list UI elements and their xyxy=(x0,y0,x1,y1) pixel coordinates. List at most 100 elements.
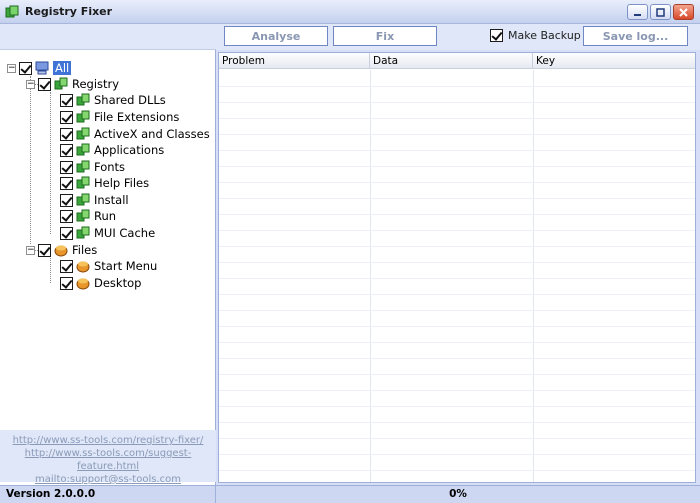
tree-checkbox[interactable] xyxy=(60,127,73,141)
tree-label: Applications xyxy=(94,143,165,157)
registry-icon xyxy=(76,160,90,173)
grid-row-line xyxy=(219,326,695,327)
registry-icon xyxy=(76,143,90,156)
registry-icon xyxy=(76,176,90,189)
minimize-button[interactable] xyxy=(627,4,648,20)
column-header-problem[interactable]: Problem xyxy=(219,53,370,69)
grid-row-line xyxy=(219,118,695,119)
tree-node-files[interactable]: − Files xyxy=(26,242,97,258)
results-grid[interactable]: Problem Data Key xyxy=(218,52,696,483)
grid-row-line xyxy=(219,262,695,263)
suggest-feature-link[interactable]: http://www.ss-tools.com/suggest-feature.… xyxy=(0,447,216,473)
tree-node-fonts[interactable]: Fonts xyxy=(60,159,125,175)
close-icon xyxy=(679,7,688,17)
tree-checkbox[interactable] xyxy=(60,160,73,174)
save-log-button[interactable]: Save log... xyxy=(583,26,688,46)
grid-row-line xyxy=(219,246,695,247)
grid-row-line xyxy=(219,166,695,167)
grid-row-line xyxy=(219,134,695,135)
app-icon xyxy=(5,5,19,17)
tree-label: Help Files xyxy=(94,176,150,190)
grid-row-line xyxy=(219,150,695,151)
tree-checkbox[interactable] xyxy=(60,110,73,124)
tree-checkbox-all[interactable] xyxy=(19,61,32,75)
tree-label: File Extensions xyxy=(94,110,180,124)
tree-node-activex[interactable]: ActiveX and Classes xyxy=(60,126,210,142)
grid-row-line xyxy=(219,342,695,343)
grid-row-line xyxy=(219,198,695,199)
column-header-key[interactable]: Key xyxy=(533,53,695,69)
product-link[interactable]: http://www.ss-tools.com/registry-fixer/ xyxy=(0,434,216,447)
grid-row-line xyxy=(219,454,695,455)
tree-node-file-extensions[interactable]: File Extensions xyxy=(60,109,179,125)
collapse-icon[interactable]: − xyxy=(26,245,35,255)
computer-icon xyxy=(35,61,49,75)
tree-checkbox[interactable] xyxy=(60,276,73,290)
tree-label-files: Files xyxy=(72,243,98,257)
make-backup-option[interactable]: Make Backup xyxy=(490,29,581,42)
tree-node-run[interactable]: Run xyxy=(60,208,116,224)
grid-row-line xyxy=(219,470,695,471)
make-backup-checkbox[interactable] xyxy=(490,29,503,42)
tree-label-registry: Registry xyxy=(72,77,120,91)
tree-label: Install xyxy=(94,193,129,207)
registry-icon xyxy=(76,226,90,239)
grid-row-line xyxy=(219,230,695,231)
grid-row-line xyxy=(219,86,695,87)
tree-connector xyxy=(30,76,31,244)
minimize-icon xyxy=(634,13,641,16)
tree-checkbox[interactable] xyxy=(60,226,73,240)
column-header-data[interactable]: Data xyxy=(370,53,533,69)
tree-node-install[interactable]: Install xyxy=(60,192,129,208)
category-panel-header xyxy=(0,24,216,50)
title-bar: Registry Fixer xyxy=(0,0,700,24)
tree-node-shared-dlls[interactable]: Shared DLLs xyxy=(60,92,166,108)
tree-label: Run xyxy=(94,209,117,223)
tree-checkbox[interactable] xyxy=(60,93,73,107)
tree-node-applications[interactable]: Applications xyxy=(60,142,164,158)
tree-label-all: All xyxy=(53,61,72,75)
collapse-icon[interactable]: − xyxy=(26,79,35,89)
grid-row-line xyxy=(219,278,695,279)
files-icon xyxy=(76,278,90,290)
grid-row-line xyxy=(219,294,695,295)
grid-header: Problem Data Key xyxy=(219,53,695,69)
tree-label: ActiveX and Classes xyxy=(94,127,210,141)
tree-label: Start Menu xyxy=(94,259,158,273)
progress-label: 0% xyxy=(449,488,467,500)
tree-checkbox[interactable] xyxy=(60,193,73,207)
tree-label: Shared DLLs xyxy=(94,93,166,107)
tree-checkbox-registry[interactable] xyxy=(38,77,51,91)
tree-checkbox[interactable] xyxy=(60,176,73,190)
tree-node-mui-cache[interactable]: MUI Cache xyxy=(60,225,155,241)
tree-checkbox[interactable] xyxy=(60,259,73,273)
tree-checkbox[interactable] xyxy=(60,209,73,223)
tree-checkbox[interactable] xyxy=(60,143,73,157)
tree-node-desktop[interactable]: Desktop xyxy=(60,275,141,291)
maximize-button[interactable] xyxy=(650,4,671,20)
tree-checkbox-files[interactable] xyxy=(38,243,51,257)
fix-button[interactable]: Fix xyxy=(333,26,437,46)
version-label: Version 2.0.0.0 xyxy=(0,486,216,503)
analyse-button[interactable]: Analyse xyxy=(224,26,328,46)
tree-node-start-menu[interactable]: Start Menu xyxy=(60,258,157,274)
files-icon xyxy=(76,261,90,273)
tree-node-all[interactable]: − All xyxy=(7,60,72,76)
collapse-icon[interactable]: − xyxy=(7,63,16,73)
tree-node-help-files[interactable]: Help Files xyxy=(60,175,149,191)
status-bar: Version 2.0.0.0 0% xyxy=(0,485,700,503)
grid-row-line xyxy=(219,438,695,439)
registry-icon xyxy=(76,209,90,222)
tree-connector xyxy=(50,92,51,234)
links-area: http://www.ss-tools.com/registry-fixer/ … xyxy=(0,430,216,485)
grid-body xyxy=(219,70,695,482)
grid-row-line xyxy=(219,406,695,407)
close-button[interactable] xyxy=(673,4,694,20)
grid-row-line xyxy=(219,102,695,103)
grid-row-line xyxy=(219,358,695,359)
tree-label: Fonts xyxy=(94,160,126,174)
tree-label: Desktop xyxy=(94,276,142,290)
tree-label: MUI Cache xyxy=(94,226,156,240)
make-backup-label: Make Backup xyxy=(508,29,581,42)
tree-node-registry[interactable]: − Registry xyxy=(26,76,119,92)
